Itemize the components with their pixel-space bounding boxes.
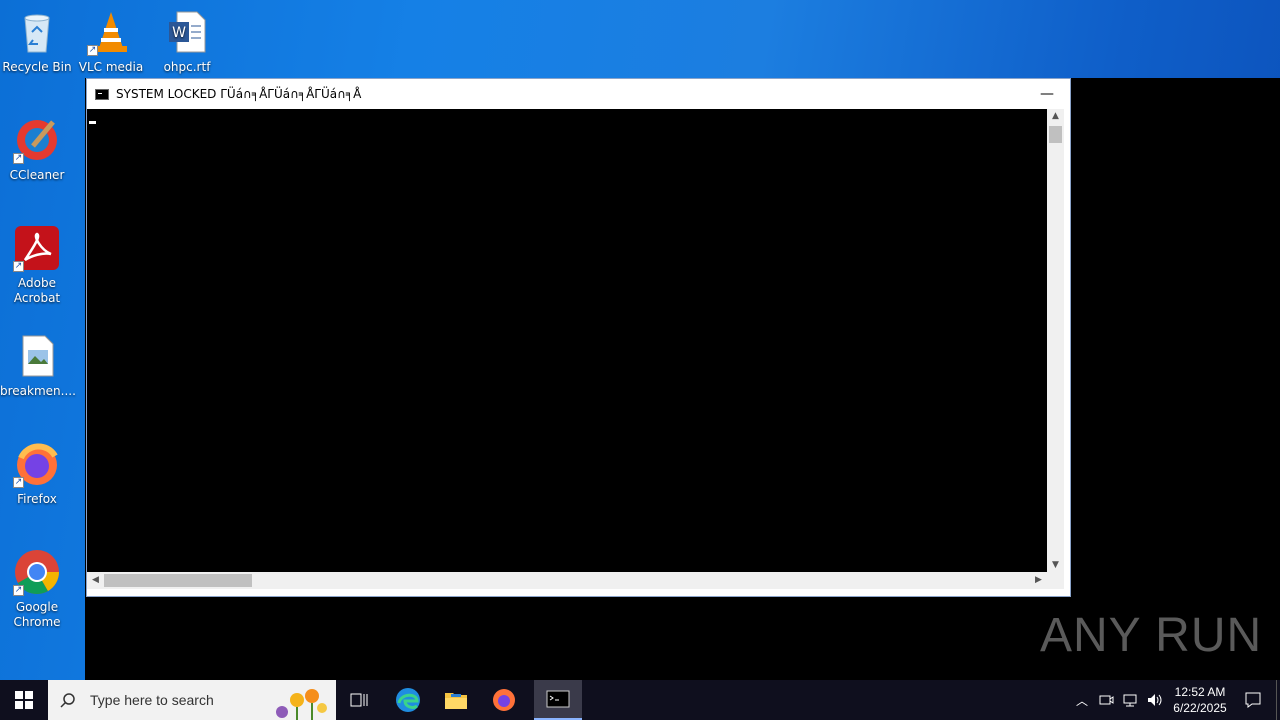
chevron-up-icon[interactable]: ︿: [1070, 692, 1094, 709]
svg-text:W: W: [172, 25, 186, 41]
window-title: SYSTEM LOCKED ΓÜá∩╕ÅΓÜá∩╕ÅΓÜá∩╕Å: [116, 87, 362, 101]
system-tray: ︿ 12:52 AM 6/22/2025: [1070, 680, 1280, 720]
desktop-icon-label: CCleaner: [9, 168, 65, 182]
scroll-right-arrow-icon[interactable]: ▶: [1030, 575, 1047, 585]
scroll-up-arrow-icon[interactable]: ▲: [1047, 111, 1064, 121]
notification-icon[interactable]: [1244, 691, 1262, 709]
windows-logo-icon: [15, 691, 33, 709]
desktop-icon-firefox[interactable]: ↗ Firefox: [0, 440, 74, 507]
show-desktop-button[interactable]: [1276, 680, 1280, 720]
edge-icon: [396, 688, 420, 712]
horizontal-scroll-thumb[interactable]: [104, 574, 252, 587]
shortcut-arrow-icon: ↗: [87, 45, 98, 56]
search-icon: [60, 693, 75, 708]
desktop-icon-breakmen[interactable]: breakmen....: [0, 332, 76, 399]
scroll-down-arrow-icon[interactable]: ▼: [1047, 560, 1064, 570]
clock-date: 6/22/2025: [1173, 701, 1227, 715]
desktop-icon-adobe-acrobat[interactable]: ↗ Adobe Acrobat: [0, 224, 74, 306]
clock-time: 12:52 AM: [1174, 685, 1226, 699]
recycle-bin-icon: [13, 8, 61, 56]
desktop-icon-label: VLC media: [78, 60, 144, 74]
console-icon: [546, 690, 570, 708]
scroll-left-arrow-icon[interactable]: ◀: [87, 575, 104, 585]
desktop-icon-recycle-bin[interactable]: Recycle Bin: [0, 8, 74, 75]
desktop-icon-google-chrome[interactable]: ↗ Google Chrome: [0, 548, 74, 630]
start-button[interactable]: [0, 680, 48, 720]
desktop-icon-label: Google Chrome: [13, 600, 61, 629]
desktop-icon-label: Firefox: [17, 492, 57, 506]
adobe-acrobat-icon: ↗: [13, 224, 61, 272]
desktop-icon-ohpc-rtf[interactable]: W ohpc.rtf: [150, 8, 224, 75]
task-view-icon: [350, 693, 368, 707]
resize-grip[interactable]: [1047, 572, 1064, 589]
shortcut-arrow-icon: ↗: [13, 585, 24, 596]
desktop-icon-label: Recycle Bin: [2, 60, 72, 74]
vertical-scrollbar[interactable]: ▲ ▼: [1047, 109, 1064, 572]
console-icon: [95, 88, 109, 100]
chrome-icon: ↗: [13, 548, 61, 596]
search-highlight-flowers-icon: [276, 689, 327, 720]
shortcut-arrow-icon: ↗: [13, 477, 24, 488]
anyrun-watermark: ANY RUN: [1040, 609, 1263, 662]
volume-icon[interactable]: [1146, 692, 1164, 708]
desktop-icon-vlc[interactable]: ↗ VLC media: [74, 8, 148, 75]
taskbar: Type here to search ︿ 12:52 AM 6/22/2025: [0, 680, 1280, 720]
taskbar-search-box[interactable]: Type here to search: [48, 680, 336, 720]
desktop-icon-label: ohpc.rtf: [163, 60, 211, 74]
taskbar-firefox-button[interactable]: [480, 680, 528, 720]
search-placeholder: Type here to search: [90, 692, 214, 708]
vertical-scroll-thumb[interactable]: [1049, 126, 1062, 143]
network-icon[interactable]: [1122, 692, 1138, 708]
shortcut-arrow-icon: ↗: [13, 261, 24, 272]
console-window[interactable]: SYSTEM LOCKED ΓÜá∩╕ÅΓÜá∩╕ÅΓÜá∩╕Å — ▲ ▼ ◀…: [86, 78, 1071, 597]
firefox-icon: ↗: [13, 440, 61, 488]
taskbar-file-explorer-button[interactable]: [432, 680, 480, 720]
folder-icon: [445, 693, 467, 709]
firefox-icon: [493, 689, 515, 711]
image-file-icon: [13, 332, 61, 380]
word-document-icon: W: [163, 8, 211, 56]
window-titlebar[interactable]: SYSTEM LOCKED ΓÜá∩╕ÅΓÜá∩╕ÅΓÜá∩╕Å —: [87, 79, 1070, 109]
task-view-button[interactable]: [336, 680, 384, 720]
text-cursor: [89, 121, 96, 124]
desktop-icon-label: breakmen....: [0, 384, 76, 398]
taskbar-edge-button[interactable]: [384, 680, 432, 720]
vlc-cone-icon: ↗: [87, 8, 135, 56]
ccleaner-icon: ↗: [13, 116, 61, 164]
console-output-area[interactable]: [87, 109, 1047, 572]
horizontal-scrollbar[interactable]: ◀ ▶: [87, 572, 1047, 589]
minimize-button[interactable]: —: [1024, 79, 1070, 109]
meet-now-icon[interactable]: [1098, 692, 1114, 708]
shortcut-arrow-icon: ↗: [13, 153, 24, 164]
desktop-icon-label: Adobe Acrobat: [13, 276, 61, 305]
taskbar-clock[interactable]: 12:52 AM 6/22/2025: [1168, 684, 1232, 716]
taskbar-console-button[interactable]: [534, 680, 582, 720]
desktop-icon-ccleaner[interactable]: ↗ CCleaner: [0, 116, 74, 183]
